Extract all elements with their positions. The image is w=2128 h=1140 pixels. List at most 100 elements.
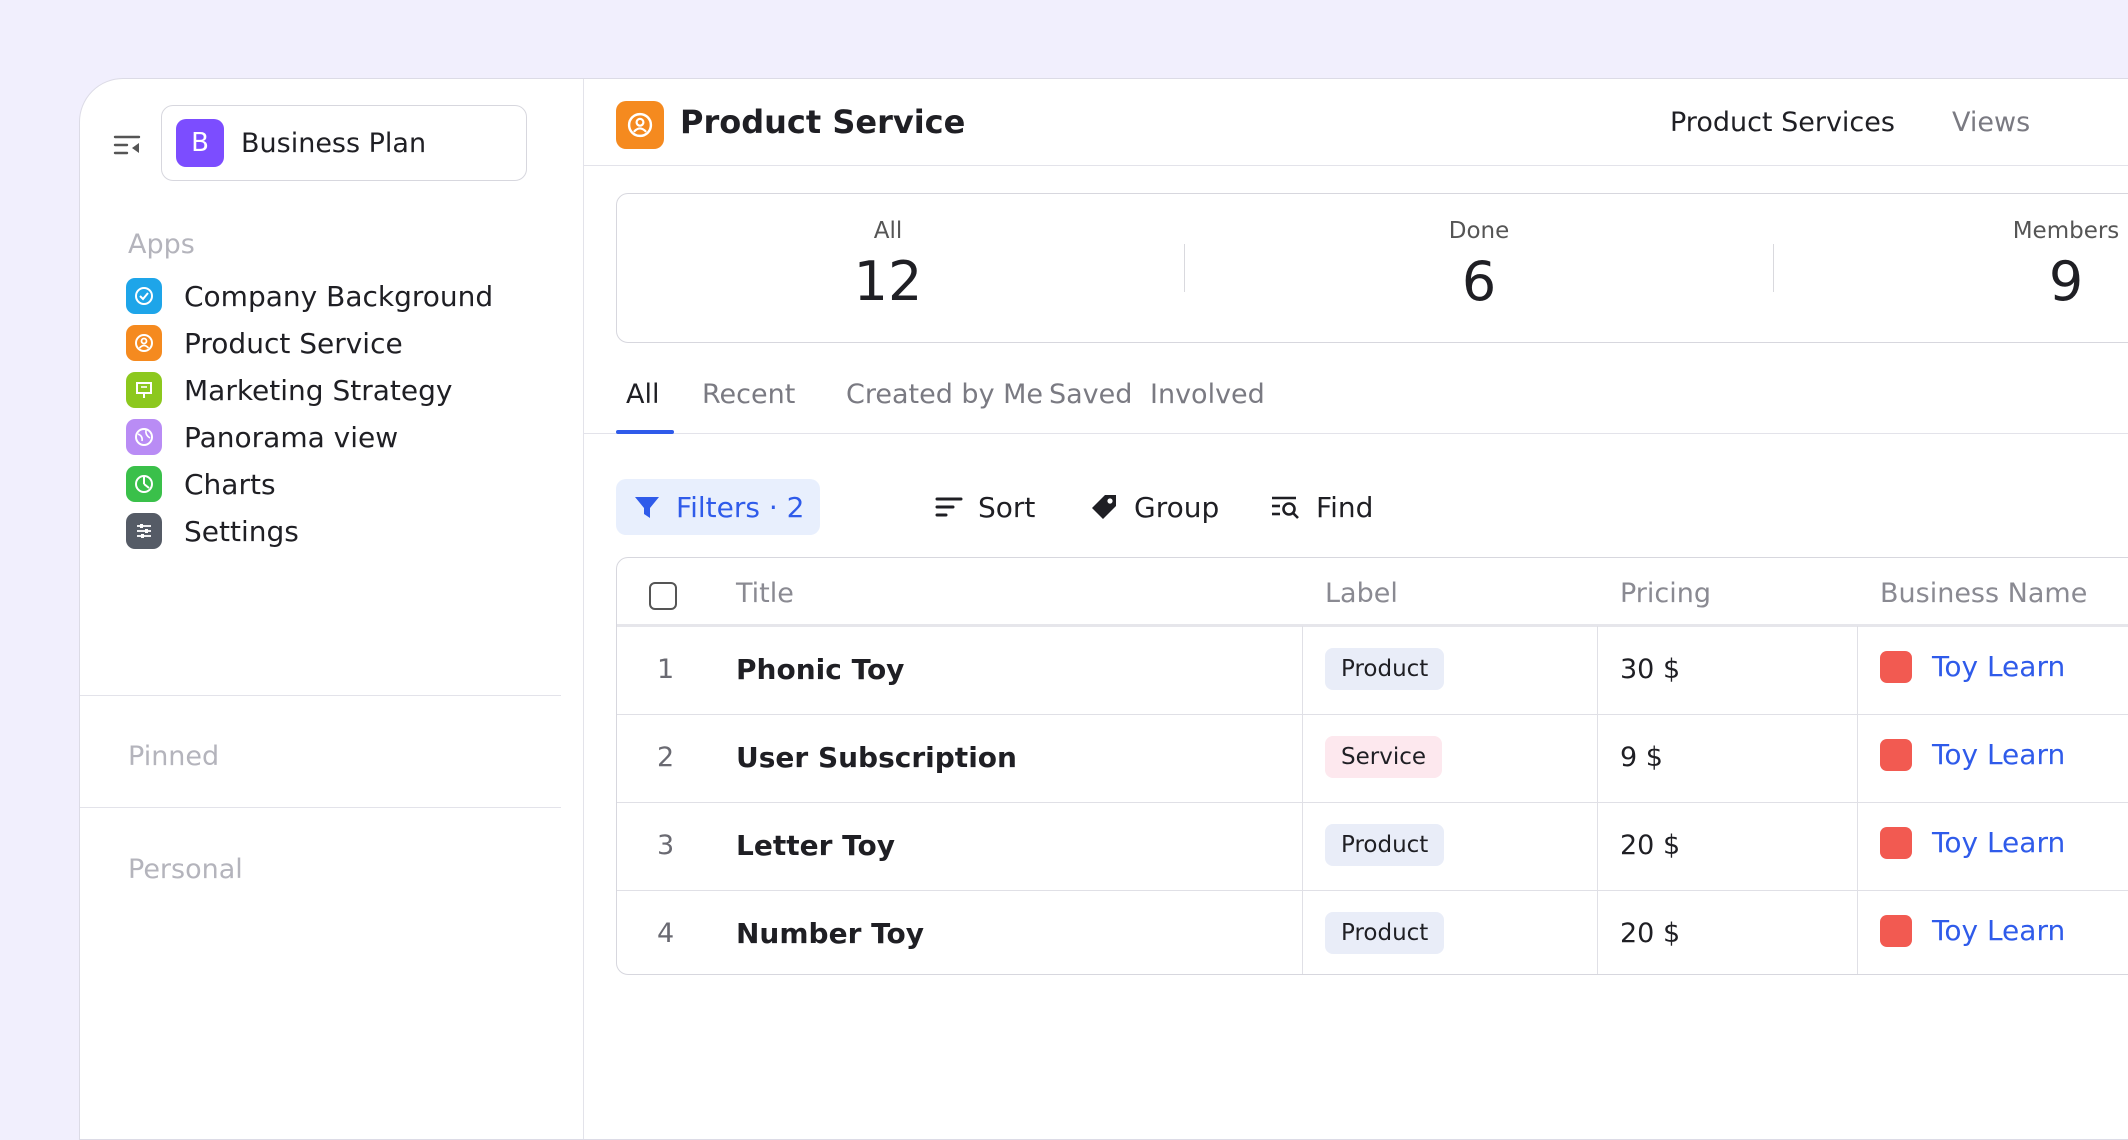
select-all-checkbox[interactable] bbox=[649, 582, 677, 610]
column-divider bbox=[1857, 714, 1858, 802]
sort-icon bbox=[935, 497, 963, 517]
page-title: Product Service bbox=[680, 103, 966, 141]
stat-all: All 12 bbox=[738, 194, 1038, 313]
label-chip: Product bbox=[1325, 824, 1445, 866]
table-row[interactable]: 3 Letter Toy Product 20 $ Toy Learn bbox=[617, 802, 2128, 891]
pinned-section-label[interactable]: Pinned bbox=[128, 741, 219, 772]
product-services-link[interactable]: Product Services bbox=[1670, 107, 1895, 138]
business-link[interactable]: Toy Learn bbox=[1880, 914, 2065, 947]
sidebar-item-label: Product Service bbox=[184, 326, 403, 360]
row-number: 3 bbox=[657, 830, 675, 861]
user-circle-icon bbox=[126, 325, 162, 361]
sidebar-item-product-service[interactable]: Product Service bbox=[126, 320, 546, 366]
tab-all[interactable]: All bbox=[626, 379, 659, 410]
column-divider bbox=[1857, 890, 1858, 974]
row-title[interactable]: Phonic Toy bbox=[736, 653, 904, 686]
row-title[interactable]: User Subscription bbox=[736, 741, 1017, 774]
stat-label: Members bbox=[2012, 218, 2120, 244]
label-chip: Service bbox=[1325, 736, 1443, 778]
sidebar-item-label: Settings bbox=[184, 514, 299, 548]
group-label: Group bbox=[1134, 490, 1220, 524]
stat-label: All bbox=[873, 218, 903, 244]
sort-button[interactable]: Sort bbox=[934, 479, 1035, 535]
business-link[interactable]: Toy Learn bbox=[1880, 650, 2065, 683]
workspace-avatar: B bbox=[176, 119, 224, 167]
find-label: Find bbox=[1316, 490, 1374, 524]
collapse-sidebar-icon[interactable] bbox=[113, 131, 143, 161]
sidebar-item-marketing-strategy[interactable]: Marketing Strategy bbox=[126, 367, 546, 413]
app-window: B Business Plan Apps Company Background … bbox=[79, 78, 2128, 1140]
globe-icon bbox=[126, 419, 162, 455]
business-link[interactable]: Toy Learn bbox=[1880, 826, 2065, 859]
sidebar-item-label: Charts bbox=[184, 467, 276, 501]
stats-panel: All 12 Done 6 Members 9 bbox=[616, 193, 2128, 343]
stat-done: Done 6 bbox=[1329, 194, 1629, 313]
tab-created-by-me[interactable]: Created by Me bbox=[846, 379, 1043, 410]
group-button[interactable]: Group bbox=[1088, 479, 1219, 535]
tab-saved[interactable]: Saved bbox=[1049, 379, 1132, 410]
presentation-icon bbox=[126, 372, 162, 408]
active-tab-indicator bbox=[616, 430, 674, 434]
column-header-business-name[interactable]: Business Name bbox=[1880, 578, 2087, 609]
sidebar-item-settings[interactable]: Settings bbox=[126, 508, 546, 554]
column-divider bbox=[1857, 802, 1858, 890]
stat-divider bbox=[1184, 244, 1185, 292]
sidebar-item-label: Company Background bbox=[184, 279, 494, 313]
column-divider bbox=[1597, 802, 1598, 890]
main-content: Product Service Product Services Views A… bbox=[584, 79, 2128, 1139]
tab-recent[interactable]: Recent bbox=[702, 379, 795, 410]
row-number: 2 bbox=[657, 742, 675, 773]
column-header-title[interactable]: Title bbox=[736, 578, 794, 609]
sidebar-item-company-background[interactable]: Company Background bbox=[126, 273, 546, 319]
filters-label: Filters · 2 bbox=[676, 490, 805, 524]
personal-section-label[interactable]: Personal bbox=[128, 854, 243, 885]
row-title[interactable]: Number Toy bbox=[736, 917, 924, 950]
row-pricing: 20 $ bbox=[1620, 830, 1681, 861]
sidebar-item-panorama-view[interactable]: Panorama view bbox=[126, 414, 546, 460]
column-divider bbox=[1597, 626, 1598, 714]
stat-value: 9 bbox=[2048, 250, 2084, 313]
business-color-square bbox=[1880, 738, 1912, 771]
table-row[interactable]: 1 Phonic Toy Product 30 $ Toy Learn bbox=[617, 626, 2128, 715]
workspace-switcher[interactable]: B Business Plan bbox=[161, 105, 527, 181]
column-divider bbox=[1597, 890, 1598, 974]
sidebar-item-charts[interactable]: Charts bbox=[126, 461, 546, 507]
business-name: Toy Learn bbox=[1932, 826, 2066, 859]
find-button[interactable]: Find bbox=[1270, 479, 1373, 535]
stat-label: Done bbox=[1448, 218, 1510, 244]
sidebar-divider bbox=[80, 695, 561, 696]
business-color-square bbox=[1880, 826, 1912, 859]
filters-button[interactable]: Filters · 2 bbox=[616, 479, 821, 535]
business-color-square bbox=[1880, 914, 1912, 947]
workspace-name: Business Plan bbox=[241, 127, 427, 159]
sort-label: Sort bbox=[978, 490, 1036, 524]
business-link[interactable]: Toy Learn bbox=[1880, 738, 2065, 771]
row-pricing: 20 $ bbox=[1620, 918, 1681, 949]
tag-icon bbox=[1092, 495, 1116, 519]
user-circle-icon bbox=[616, 101, 664, 149]
column-header-label[interactable]: Label bbox=[1325, 578, 1398, 609]
row-pricing: 9 $ bbox=[1620, 742, 1663, 773]
find-icon bbox=[1272, 496, 1299, 519]
row-number: 4 bbox=[657, 918, 675, 949]
data-table: Title Label Pricing Business Name 1 Phon… bbox=[616, 557, 2128, 975]
tab-involved[interactable]: Involved bbox=[1150, 379, 1265, 410]
row-title[interactable]: Letter Toy bbox=[736, 829, 895, 862]
pie-chart-icon bbox=[126, 466, 162, 502]
sliders-icon bbox=[126, 513, 162, 549]
tab-bar: All Recent Created by Me Saved Involved bbox=[584, 369, 2128, 434]
column-header-pricing[interactable]: Pricing bbox=[1620, 578, 1711, 609]
sidebar-item-label: Panorama view bbox=[184, 420, 399, 454]
stat-value: 6 bbox=[1461, 250, 1497, 313]
column-divider bbox=[1302, 626, 1303, 714]
filter-icon bbox=[635, 497, 659, 518]
column-divider bbox=[1597, 714, 1598, 802]
table-row[interactable]: 4 Number Toy Product 20 $ Toy Learn bbox=[617, 890, 2128, 974]
label-chip: Product bbox=[1325, 912, 1445, 954]
column-divider bbox=[1857, 626, 1858, 714]
views-link[interactable]: Views bbox=[1952, 107, 2030, 138]
column-divider bbox=[1302, 890, 1303, 974]
stat-divider bbox=[1773, 244, 1774, 292]
table-row[interactable]: 2 User Subscription Service 9 $ Toy Lear… bbox=[617, 714, 2128, 803]
check-circle-icon bbox=[126, 278, 162, 314]
